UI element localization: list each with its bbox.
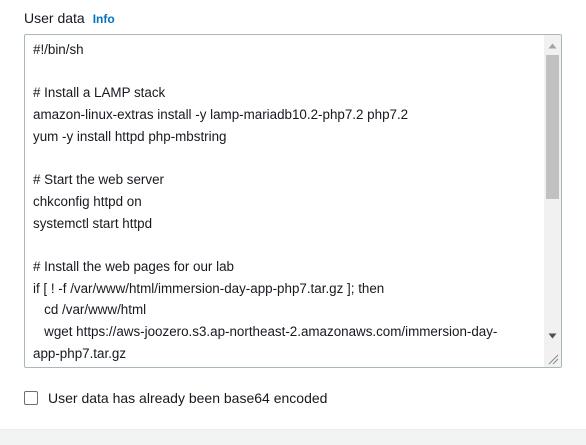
scroll-down-arrow-icon[interactable] [544, 327, 561, 344]
base64-encoded-checkbox[interactable] [24, 391, 38, 405]
user-data-script[interactable]: #!/bin/sh # Install a LAMP stack amazon-… [33, 39, 543, 365]
base64-encoded-label[interactable]: User data has already been base64 encode… [48, 390, 327, 406]
info-link[interactable]: Info [93, 12, 115, 26]
vertical-scrollbar[interactable] [544, 35, 561, 367]
user-data-label-row: User data Info [24, 10, 115, 30]
user-data-textarea[interactable]: #!/bin/sh # Install a LAMP stack amazon-… [24, 34, 562, 368]
resize-handle-icon[interactable] [544, 350, 561, 367]
base64-encoded-option[interactable]: User data has already been base64 encode… [24, 390, 327, 406]
user-data-panel: User data Info #!/bin/sh # Install a LAM… [0, 0, 586, 430]
user-data-label: User data [24, 10, 85, 26]
scroll-thumb[interactable] [546, 55, 559, 199]
scroll-up-arrow-icon[interactable] [544, 37, 561, 54]
